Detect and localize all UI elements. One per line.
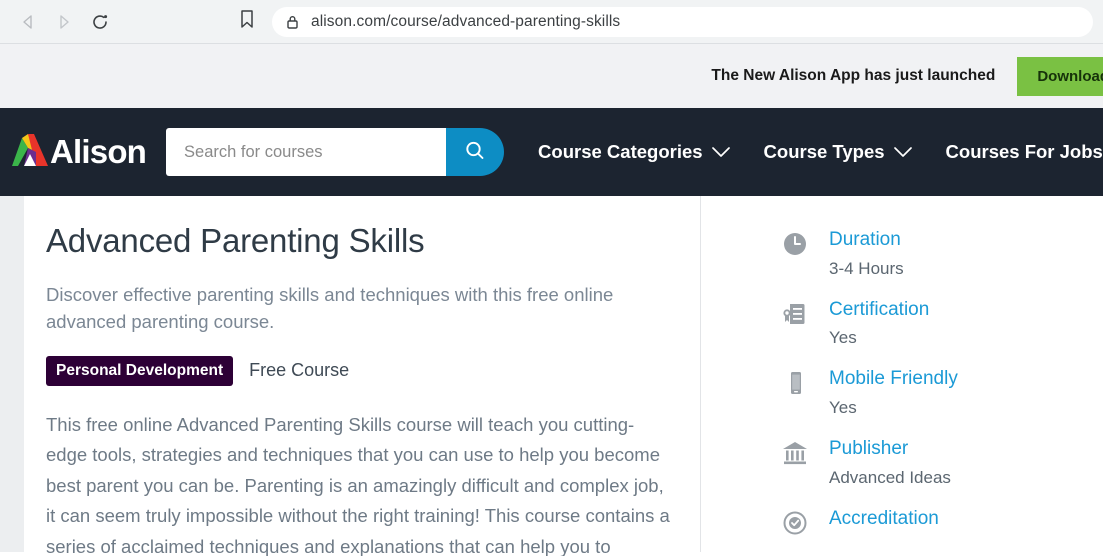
course-description: This free online Advanced Parenting Skil… bbox=[46, 413, 670, 556]
padlock-icon bbox=[286, 14, 299, 30]
meta-label[interactable]: Certification bbox=[829, 296, 929, 325]
bookmark-icon bbox=[239, 9, 255, 34]
banner-message: The New Alison App has just launched bbox=[711, 67, 996, 84]
course-tag-row: Personal Development Free Course bbox=[46, 355, 670, 386]
bookmark-button[interactable] bbox=[230, 5, 264, 39]
address-bar[interactable]: alison.com/course/advanced-parenting-ski… bbox=[272, 6, 1093, 37]
site-header: Alison Course Categories Course Types bbox=[0, 108, 1103, 196]
reload-button[interactable] bbox=[82, 4, 118, 40]
download-app-button[interactable]: Download bbox=[1017, 56, 1103, 96]
meta-item-publisher: Publisher Advanced Ideas bbox=[781, 435, 1103, 491]
course-content-card: Advanced Parenting Skills Discover effec… bbox=[24, 196, 1103, 556]
meta-value: 3-4 Hours bbox=[829, 258, 904, 278]
meta-label[interactable]: Publisher bbox=[829, 435, 951, 464]
course-search bbox=[166, 128, 505, 176]
price-label: Free Course bbox=[249, 360, 350, 381]
meta-label[interactable]: Accreditation bbox=[829, 505, 939, 534]
clock-icon bbox=[781, 226, 829, 258]
category-badge[interactable]: Personal Development bbox=[46, 355, 234, 386]
search-input[interactable] bbox=[166, 128, 447, 176]
page-title: Advanced Parenting Skills bbox=[46, 222, 425, 259]
meta-item-mobile-friendly: Mobile Friendly Yes bbox=[781, 365, 1103, 421]
certificate-icon bbox=[781, 296, 829, 328]
nav-courses-for-jobs[interactable]: Courses For Jobs bbox=[946, 141, 1103, 163]
forward-button[interactable] bbox=[46, 4, 82, 40]
meta-item-accreditation: Accreditation bbox=[781, 505, 1103, 537]
chevron-down-icon bbox=[893, 146, 912, 158]
nav-label: Courses For Jobs bbox=[945, 141, 1103, 162]
browser-toolbar: alison.com/course/advanced-parenting-ski… bbox=[0, 0, 1103, 44]
alison-logo-text: Alison bbox=[50, 133, 147, 170]
left-rail bbox=[0, 196, 24, 552]
mobile-phone-icon bbox=[781, 365, 829, 397]
search-button[interactable] bbox=[446, 128, 505, 176]
forward-arrow-icon bbox=[55, 13, 73, 31]
alison-logo-icon bbox=[8, 132, 52, 172]
nav-label: Course Types bbox=[763, 141, 885, 162]
meta-label[interactable]: Duration bbox=[829, 226, 904, 255]
meta-item-duration: Duration 3-4 Hours bbox=[781, 226, 1103, 282]
course-main-column: Advanced Parenting Skills Discover effec… bbox=[24, 222, 700, 556]
nav-course-categories[interactable]: Course Categories bbox=[538, 141, 730, 163]
meta-label[interactable]: Mobile Friendly bbox=[829, 365, 958, 394]
app-promo-banner: The New Alison App has just launched Dow… bbox=[0, 44, 1103, 108]
meta-value: Yes bbox=[829, 397, 857, 417]
primary-nav: Course Categories Course Types Courses F… bbox=[538, 141, 1103, 163]
course-meta-sidebar: Duration 3-4 Hours Certification Yes Mob… bbox=[701, 222, 1103, 552]
meta-value: Yes bbox=[829, 328, 857, 348]
chevron-down-icon bbox=[711, 146, 730, 158]
url-text: alison.com/course/advanced-parenting-ski… bbox=[311, 12, 621, 30]
reload-icon bbox=[90, 12, 110, 32]
nav-course-types[interactable]: Course Types bbox=[764, 141, 912, 163]
back-arrow-icon bbox=[19, 13, 37, 31]
meta-item-certification: Certification Yes bbox=[781, 296, 1103, 352]
alison-logo[interactable]: Alison bbox=[8, 129, 147, 175]
page-body: Advanced Parenting Skills Discover effec… bbox=[0, 196, 1103, 556]
nav-label: Course Categories bbox=[538, 141, 703, 162]
meta-value: Advanced Ideas bbox=[829, 467, 951, 487]
accreditation-check-icon bbox=[781, 505, 829, 537]
back-button[interactable] bbox=[10, 4, 46, 40]
course-subtitle: Discover effective parenting skills and … bbox=[46, 284, 614, 332]
bank-building-icon bbox=[781, 435, 829, 467]
search-icon bbox=[463, 139, 487, 166]
